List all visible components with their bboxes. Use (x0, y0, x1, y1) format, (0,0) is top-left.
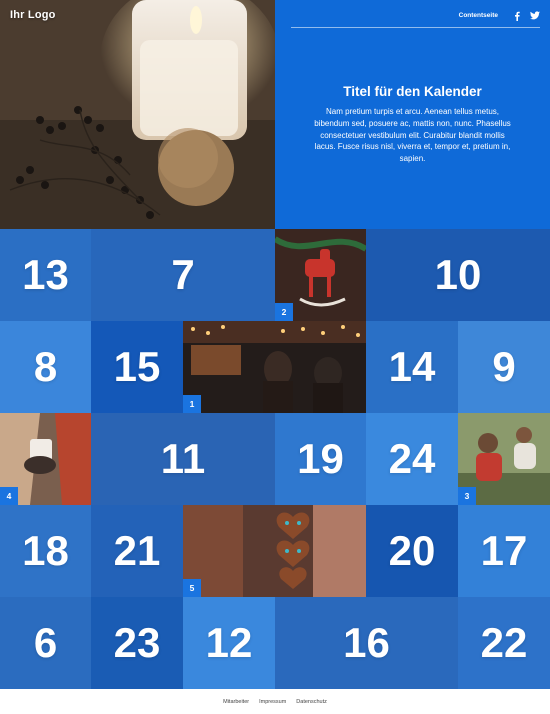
door-number: 17 (480, 527, 528, 574)
calendar-door-6[interactable]: 6 (0, 597, 91, 689)
calendar-door-2[interactable]: 2 (275, 229, 366, 321)
calendar-door-14[interactable]: 14 (366, 321, 458, 413)
door-number: 11 (160, 435, 206, 482)
christmas-market-photo (183, 321, 366, 413)
door-number: 24 (388, 435, 436, 482)
door-number: 21 (113, 527, 161, 574)
calendar-door-16[interactable]: 16 (275, 597, 458, 689)
door-badge: 2 (275, 303, 293, 321)
hero-image: Ihr Logo (0, 0, 275, 229)
calendar-door-15[interactable]: 15 (91, 321, 183, 413)
nav-link-contentseite[interactable]: Contentseite (459, 12, 498, 19)
door-number: 20 (388, 527, 436, 574)
calendar-door-23[interactable]: 23 (91, 597, 183, 689)
top-navigation: Contentseite (291, 8, 540, 28)
door-badge: 3 (458, 487, 476, 505)
calendar-title: Titel für den Kalender (343, 84, 482, 99)
calendar-door-1[interactable]: 1 (183, 321, 366, 413)
door-number: 9 (492, 343, 516, 390)
door-number: 14 (388, 343, 436, 390)
door-number: 18 (22, 527, 69, 574)
footer-link-datenschutz[interactable]: Datenschutz (296, 699, 327, 705)
calendar-door-4[interactable]: 4 (0, 413, 91, 505)
hero-panel: Contentseite Titel für den Kalender Nam … (275, 0, 550, 229)
calendar-door-12[interactable]: 12 (183, 597, 275, 689)
door-number: 16 (343, 619, 390, 666)
gingerbread-hearts-photo (183, 505, 366, 597)
door-number: 8 (33, 343, 58, 390)
calendar-door-17[interactable]: 17 (458, 505, 550, 597)
door-badge: 4 (0, 487, 18, 505)
door-number: 15 (113, 343, 161, 390)
calendar-door-20[interactable]: 20 (366, 505, 458, 597)
door-number: 7 (171, 251, 195, 298)
door-number: 19 (297, 435, 344, 482)
calendar-door-11[interactable]: 11 (91, 413, 275, 505)
door-number: 13 (22, 251, 69, 298)
calendar-description: Nam pretium turpis et arcu. Aenean tellu… (314, 107, 511, 164)
calendar-door-18[interactable]: 18 (0, 505, 91, 597)
door-number: 12 (205, 619, 253, 666)
calendar-door-22[interactable]: 22 (458, 597, 550, 689)
door-number: 10 (434, 251, 482, 298)
facebook-icon[interactable] (512, 11, 522, 21)
footer: Mitarbeiter Impressum Datenschutz (0, 689, 550, 714)
door-number: 6 (33, 619, 58, 666)
door-badge: 5 (183, 579, 201, 597)
calendar-door-10[interactable]: 10 (366, 229, 550, 321)
advent-calendar-grid: 13 7 2 10 8 15 1 14 9 4 11 19 24 3 18 21… (0, 229, 550, 689)
calendar-door-3[interactable]: 3 (458, 413, 550, 505)
calendar-door-13[interactable]: 13 (0, 229, 91, 321)
calendar-door-8[interactable]: 8 (0, 321, 91, 413)
door-number: 22 (480, 619, 528, 666)
calendar-door-7[interactable]: 7 (91, 229, 275, 321)
footer-link-impressum[interactable]: Impressum (259, 699, 286, 705)
calendar-door-21[interactable]: 21 (91, 505, 183, 597)
calendar-door-9[interactable]: 9 (458, 321, 550, 413)
footer-link-mitarbeiter[interactable]: Mitarbeiter (223, 699, 249, 705)
door-badge: 1 (183, 395, 201, 413)
calendar-door-5[interactable]: 5 (183, 505, 366, 597)
calendar-door-24[interactable]: 24 (366, 413, 458, 505)
calendar-door-19[interactable]: 19 (275, 413, 366, 505)
candle-photo (0, 0, 275, 229)
logo[interactable]: Ihr Logo (10, 9, 56, 21)
twitter-icon[interactable] (530, 11, 540, 21)
door-number: 23 (113, 619, 161, 666)
